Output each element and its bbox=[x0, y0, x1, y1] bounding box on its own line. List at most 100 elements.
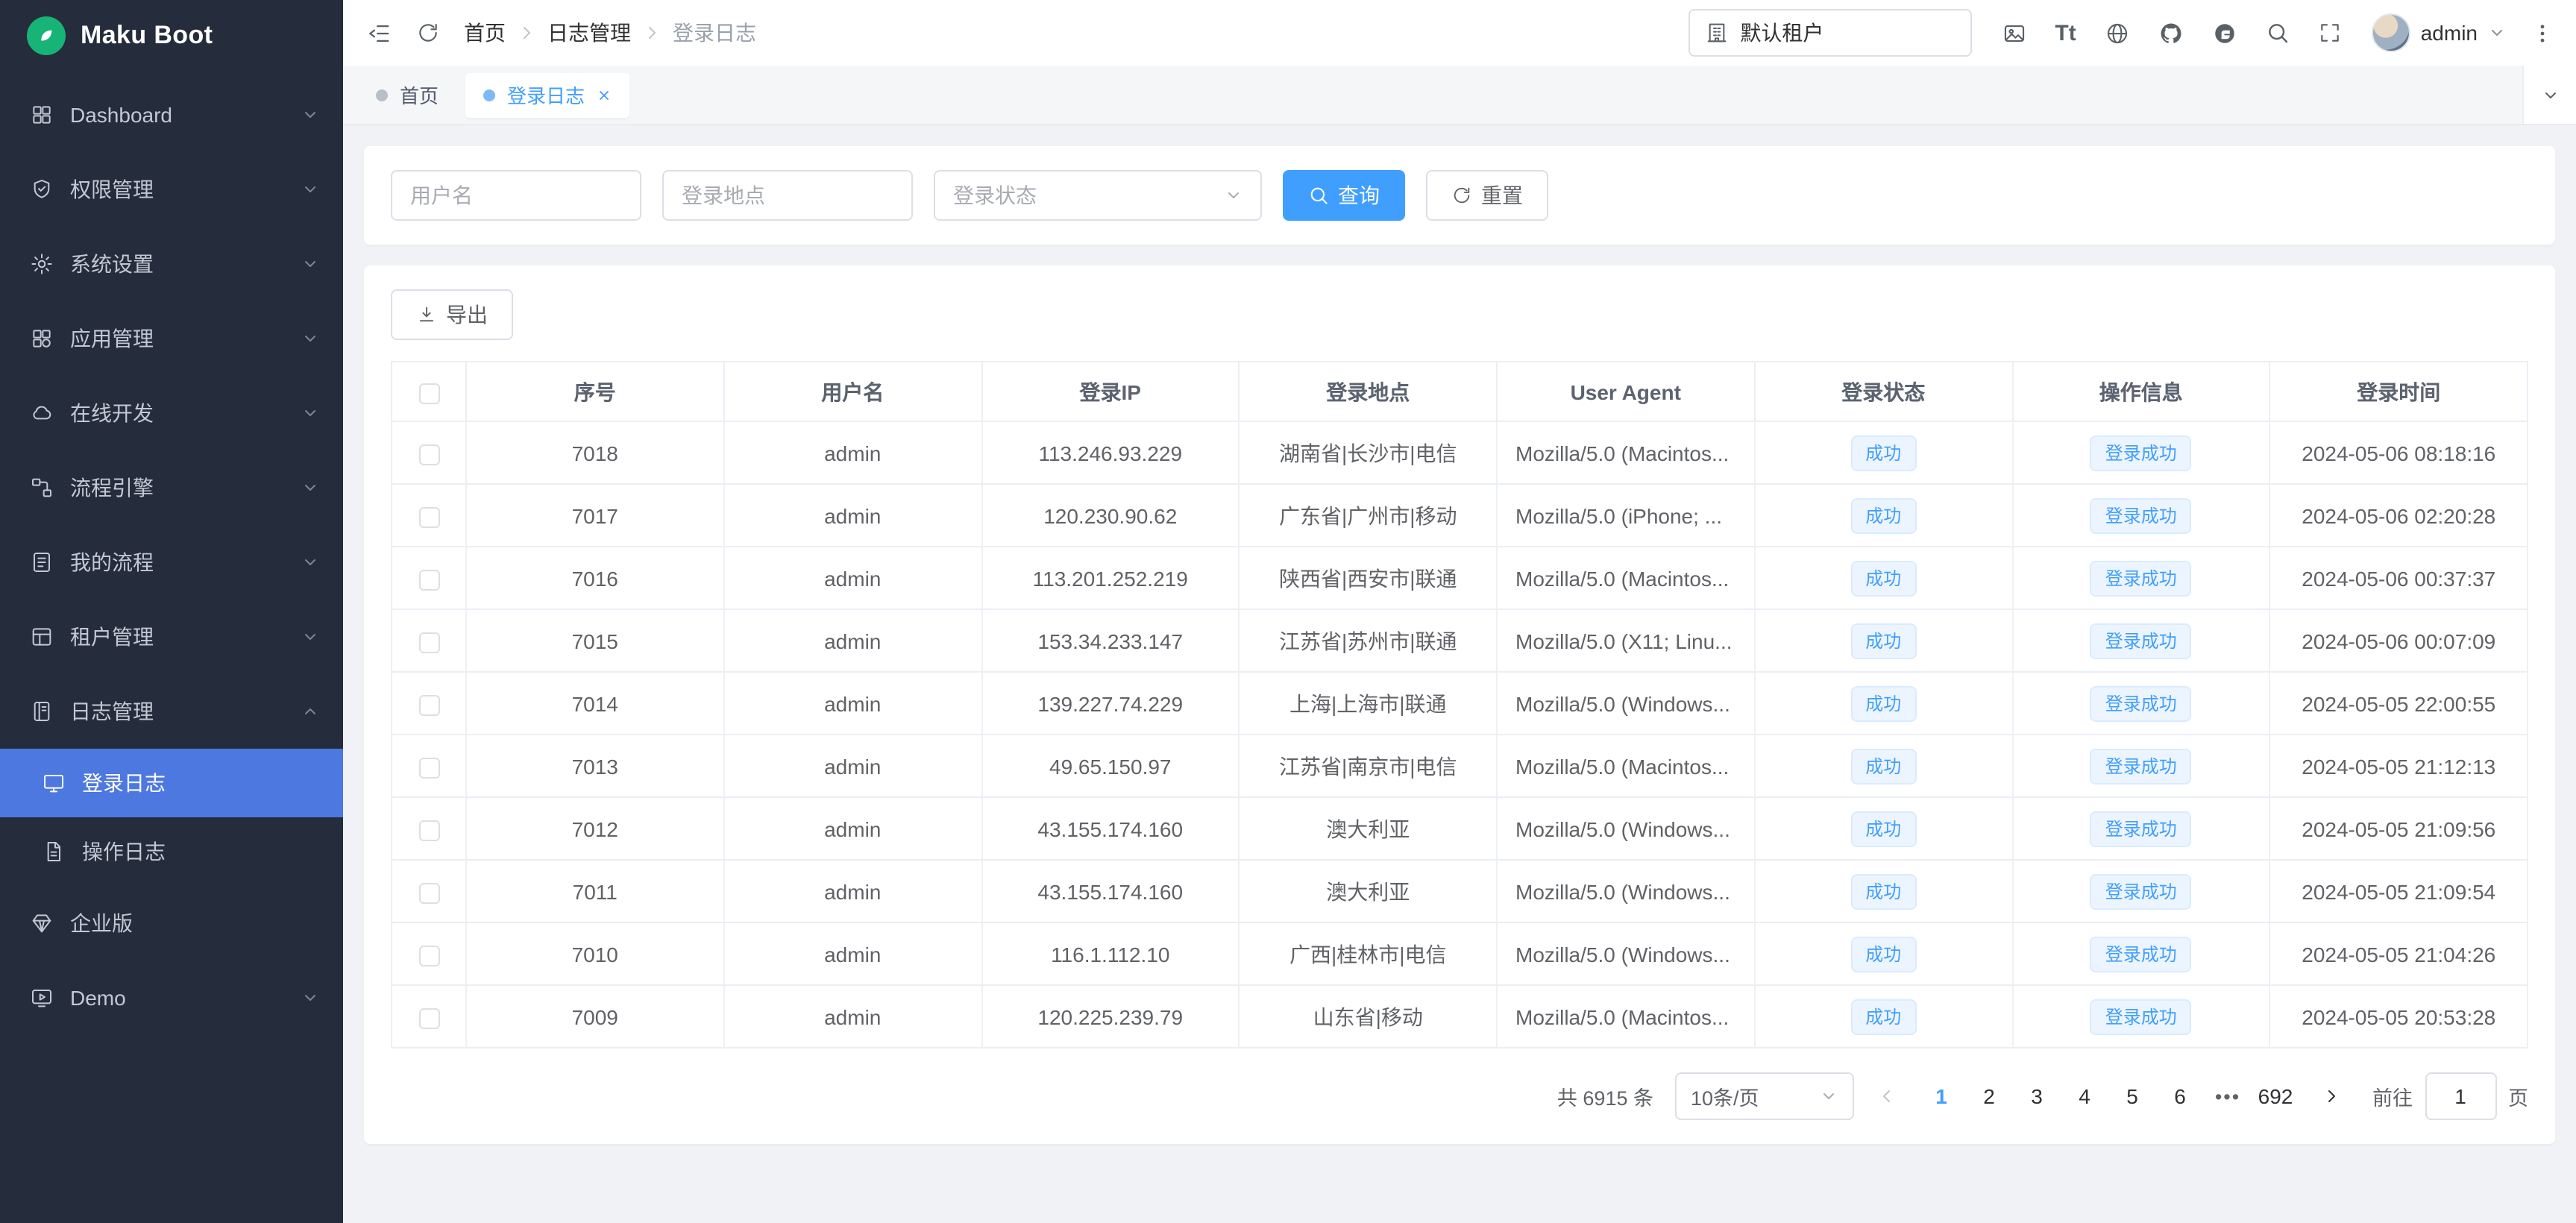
gitee-icon[interactable] bbox=[2212, 20, 2237, 45]
cell-operation: 登录成功 bbox=[2012, 609, 2270, 672]
cell-seq: 7014 bbox=[466, 672, 724, 735]
file-icon bbox=[42, 840, 66, 864]
row-checkbox[interactable] bbox=[418, 632, 439, 653]
query-button[interactable]: 查询 bbox=[1283, 170, 1405, 221]
font-size-icon[interactable]: Tt bbox=[2055, 22, 2076, 44]
page-number[interactable]: 4 bbox=[2062, 1072, 2107, 1120]
tab-login-log[interactable]: 登录日志 bbox=[465, 72, 629, 117]
monitor-icon bbox=[42, 771, 66, 795]
row-checkbox[interactable] bbox=[418, 569, 439, 590]
row-checkbox[interactable] bbox=[418, 882, 439, 903]
tab-home[interactable]: 首页 bbox=[358, 72, 456, 117]
status-tag: 成功 bbox=[1850, 623, 1916, 658]
page-size-select[interactable]: 10条/页 bbox=[1674, 1072, 1853, 1120]
export-button[interactable]: 导出 bbox=[391, 289, 513, 340]
pages-ellipsis[interactable]: ••• bbox=[2205, 1085, 2250, 1107]
cell-status: 成功 bbox=[1755, 421, 2013, 484]
sidebar-item-permissions[interactable]: 权限管理 bbox=[0, 152, 343, 227]
row-checkbox[interactable] bbox=[418, 694, 439, 715]
collapse-sidebar-icon[interactable] bbox=[367, 20, 392, 45]
sidebar-item-login-log[interactable]: 登录日志 bbox=[0, 749, 343, 817]
image-icon[interactable] bbox=[2001, 20, 2026, 45]
sidebar-item-my-workflow[interactable]: 我的流程 bbox=[0, 525, 343, 600]
login-status-select[interactable]: 登录状态 bbox=[934, 170, 1262, 221]
reset-button[interactable]: 重置 bbox=[1426, 170, 1548, 221]
close-icon[interactable] bbox=[597, 87, 612, 102]
table-row: 7018 admin 113.246.93.229 湖南省|长沙市|电信 Moz… bbox=[392, 421, 2528, 484]
tabs-menu-button[interactable] bbox=[2522, 66, 2576, 124]
row-checkbox[interactable] bbox=[418, 757, 439, 778]
status-tag: 成功 bbox=[1850, 873, 1916, 909]
sidebar-item-tenant-management[interactable]: 租户管理 bbox=[0, 600, 343, 674]
page-number[interactable]: 2 bbox=[1967, 1072, 2011, 1120]
chevron-down-icon bbox=[301, 255, 319, 273]
cell-username: admin bbox=[724, 484, 982, 547]
breadcrumb-home[interactable]: 首页 bbox=[464, 18, 506, 48]
login-location-input[interactable] bbox=[662, 170, 913, 221]
sidebar-item-label: 登录日志 bbox=[82, 768, 166, 798]
main-area: 首页 日志管理 登录日志 默认租户 Tt bbox=[343, 0, 2576, 1223]
next-page-button[interactable] bbox=[2310, 1072, 2352, 1120]
sidebar: Maku Boot Dashboard 权限管理 系统设置 应用管理 bbox=[0, 0, 343, 1223]
page-number-last[interactable]: 692 bbox=[2253, 1072, 2298, 1120]
status-tag: 成功 bbox=[1850, 748, 1916, 784]
cell-status: 成功 bbox=[1755, 922, 2013, 985]
language-globe-icon[interactable] bbox=[2105, 20, 2130, 45]
chevron-down-icon bbox=[301, 479, 319, 497]
query-button-label: 查询 bbox=[1338, 180, 1380, 210]
header-seq: 序号 bbox=[466, 362, 724, 421]
sidebar-item-app-management[interactable]: 应用管理 bbox=[0, 301, 343, 376]
row-checkbox[interactable] bbox=[418, 945, 439, 966]
username-input[interactable] bbox=[391, 170, 641, 221]
chevron-down-icon bbox=[2488, 24, 2506, 42]
cell-ip: 43.155.174.160 bbox=[981, 797, 1240, 860]
sidebar-item-workflow-engine[interactable]: 流程引擎 bbox=[0, 450, 343, 525]
sidebar-item-label: 企业版 bbox=[70, 908, 133, 938]
cell-user-agent: Mozilla/5.0 (Macintos... bbox=[1497, 421, 1755, 484]
chevron-down-icon bbox=[301, 330, 319, 348]
page-unit-label: 页 bbox=[2508, 1081, 2528, 1111]
sidebar-item-label: 我的流程 bbox=[70, 547, 154, 577]
row-checkbox[interactable] bbox=[418, 506, 439, 527]
operation-tag: 登录成功 bbox=[2090, 560, 2192, 596]
sidebar-item-demo[interactable]: Demo bbox=[0, 961, 343, 1035]
row-checkbox[interactable] bbox=[418, 444, 439, 465]
sidebar-item-online-dev[interactable]: 在线开发 bbox=[0, 376, 343, 450]
more-options-icon[interactable] bbox=[2530, 20, 2555, 45]
prev-page-button[interactable] bbox=[1865, 1072, 1907, 1120]
sidebar-item-operation-log[interactable]: 操作日志 bbox=[0, 817, 343, 886]
sidebar-item-enterprise[interactable]: 企业版 bbox=[0, 886, 343, 961]
row-checkbox[interactable] bbox=[418, 1007, 439, 1028]
breadcrumb-log-management[interactable]: 日志管理 bbox=[547, 18, 631, 48]
tenant-select[interactable]: 默认租户 bbox=[1688, 9, 1971, 57]
table-row: 7014 admin 139.227.74.229 上海|上海市|联通 Mozi… bbox=[392, 672, 2528, 735]
cell-location: 澳大利亚 bbox=[1240, 860, 1498, 922]
page-number[interactable]: 6 bbox=[2158, 1072, 2202, 1120]
tab-dot bbox=[483, 89, 495, 101]
select-all-checkbox[interactable] bbox=[418, 383, 439, 403]
goto-page-input[interactable] bbox=[2425, 1072, 2496, 1120]
sidebar-item-dashboard[interactable]: Dashboard bbox=[0, 78, 343, 152]
tabs-bar: 首页 登录日志 bbox=[343, 66, 2576, 125]
sidebar-item-system-settings[interactable]: 系统设置 bbox=[0, 227, 343, 301]
search-icon[interactable] bbox=[2266, 21, 2290, 45]
row-checkbox[interactable] bbox=[418, 820, 439, 840]
log-book-icon bbox=[30, 699, 54, 723]
table-row: 7017 admin 120.230.90.62 广东省|广州市|移动 Mozi… bbox=[392, 484, 2528, 547]
page-number[interactable]: 5 bbox=[2110, 1072, 2155, 1120]
sidebar-item-log-management[interactable]: 日志管理 bbox=[0, 674, 343, 749]
cell-time: 2024-05-06 00:07:09 bbox=[2270, 609, 2528, 672]
page-number[interactable]: 3 bbox=[2014, 1072, 2059, 1120]
cell-status: 成功 bbox=[1755, 797, 2013, 860]
fullscreen-icon[interactable] bbox=[2318, 21, 2342, 45]
flow-icon bbox=[30, 476, 54, 500]
sidebar-item-label: 日志管理 bbox=[70, 697, 154, 726]
app-logo[interactable]: Maku Boot bbox=[0, 0, 343, 72]
user-menu[interactable]: admin bbox=[2372, 13, 2506, 52]
page-number[interactable]: 1 bbox=[1919, 1072, 1964, 1120]
cell-time: 2024-05-05 21:12:13 bbox=[2270, 735, 2528, 797]
github-icon[interactable] bbox=[2158, 20, 2184, 45]
cell-username: admin bbox=[724, 860, 982, 922]
refresh-icon[interactable] bbox=[416, 21, 440, 45]
cell-location: 江苏省|苏州市|联通 bbox=[1240, 609, 1498, 672]
